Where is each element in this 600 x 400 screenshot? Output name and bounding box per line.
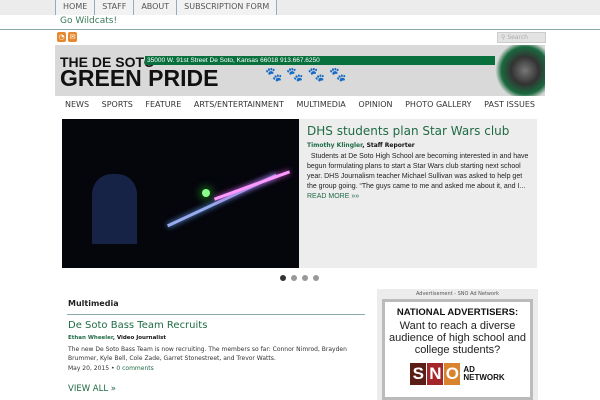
search-placeholder: Search (507, 34, 528, 41)
wildcat-mascot-logo (495, 45, 545, 96)
multimedia-date: May 20, 2015 • (68, 365, 117, 372)
view-all-link[interactable]: VIEW ALL » (68, 384, 116, 394)
masthead-title: GREEN PRIDE (60, 65, 219, 91)
featured-author[interactable]: Timothy Klingler (307, 142, 362, 149)
nav-sports[interactable]: SPORTS (102, 100, 133, 109)
nav-news[interactable]: NEWS (65, 100, 89, 109)
slider-dot[interactable] (313, 275, 319, 281)
paw-prints-icon: 🐾🐾🐾🐾 (265, 67, 351, 83)
top-menu-subscription[interactable]: SUBSCRIPTION FORM (176, 0, 278, 15)
rss-icon[interactable]: ◔ (57, 32, 66, 42)
tagline: Go Wildcats! (60, 16, 118, 26)
nav-past-issues[interactable]: PAST ISSUES (484, 100, 535, 109)
comments-link[interactable]: 0 comments (116, 365, 153, 372)
slider-dot[interactable] (280, 275, 286, 281)
slider-dots (280, 275, 319, 281)
nav-feature[interactable]: FEATURE (145, 100, 181, 109)
nav-opinion[interactable]: OPINION (358, 100, 392, 109)
divider (67, 314, 365, 315)
multimedia-heading: Multimedia (68, 299, 119, 308)
top-menu-staff[interactable]: STAFF (94, 0, 135, 15)
ad-text: Want to reach a diverse audience of high… (389, 320, 526, 356)
read-more-link[interactable]: READ MORE »» (307, 193, 359, 200)
top-menu: HOME STAFF ABOUT SUBSCRIPTION FORM (55, 0, 278, 15)
featured-body: Students at De Soto High School are beco… (307, 153, 529, 190)
masthead-banner[interactable]: THE DE SOTO 35000 W. 91st Street De Soto… (55, 45, 545, 96)
logo-letter: S (410, 363, 427, 385)
nav-arts[interactable]: ARTS/ENTERTAINMENT (194, 100, 284, 109)
top-menu-about[interactable]: ABOUT (133, 0, 178, 15)
divider (0, 29, 600, 30)
logo-letter: N (427, 363, 444, 385)
slider-dot[interactable] (302, 275, 308, 281)
multimedia-author[interactable]: Ethan Wheeler (68, 335, 113, 341)
logo-letter: O (444, 363, 461, 385)
multimedia-role: , Video Journalist (112, 335, 166, 341)
search-input[interactable]: ⚲ Search (497, 32, 546, 43)
featured-title[interactable]: DHS students plan Star Wars club (307, 124, 529, 138)
nav-photo-gallery[interactable]: PHOTO GALLERY (405, 100, 471, 109)
multimedia-body: The new De Soto Bass Team is now recruit… (68, 346, 347, 362)
logo-network: NETWORK (463, 373, 505, 382)
nav-multimedia[interactable]: MULTIMEDIA (296, 100, 345, 109)
slider-dot[interactable] (291, 275, 297, 281)
advertisement[interactable]: Advertisement - SNO Ad Network NATIONAL … (377, 289, 538, 400)
sno-logo: SNO AD NETWORK (385, 363, 530, 385)
top-menu-home[interactable]: HOME (55, 0, 96, 15)
featured-role: , Staff Reporter (362, 142, 415, 149)
multimedia-title[interactable]: De Soto Bass Team Recruits (68, 320, 207, 331)
featured-story: DHS students plan Star Wars club Timothy… (299, 119, 537, 268)
ad-label: Advertisement - SNO Ad Network (415, 291, 500, 297)
email-icon[interactable]: ✉ (68, 32, 77, 42)
masthead-address: 35000 W. 91st Street De Soto, Kansas 660… (145, 56, 495, 65)
main-nav: NEWS SPORTS FEATURE ARTS/ENTERTAINMENT M… (55, 96, 545, 112)
ad-heading: NATIONAL ADVERTISERS: (396, 307, 519, 318)
featured-image[interactable] (62, 119, 299, 268)
